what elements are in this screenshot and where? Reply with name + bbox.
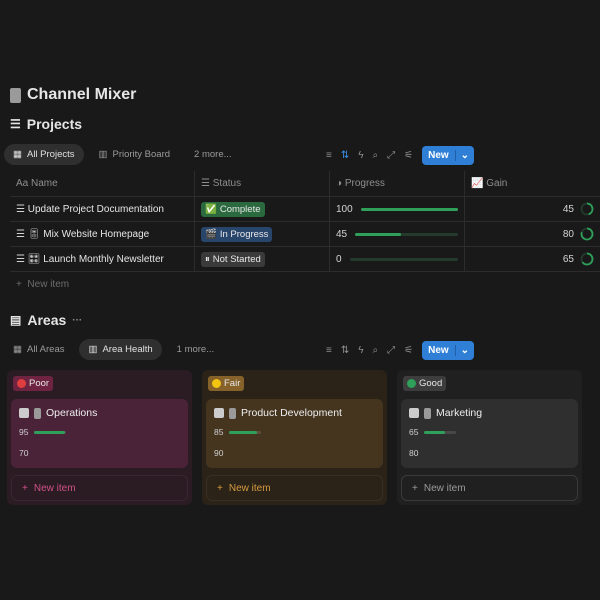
board-card[interactable]: Operations 95 70: [11, 399, 188, 468]
checklist-icon: ☰: [16, 253, 25, 265]
group-tag: Poor: [13, 376, 54, 391]
fader-icon: [34, 407, 41, 419]
status-dot-icon: [407, 379, 416, 388]
table-row[interactable]: ☰ Update Project Documentation ✅ Complete…: [10, 196, 600, 221]
sort-icon[interactable]: ⇅: [341, 345, 349, 356]
board-icon: ▥: [88, 344, 98, 355]
progress-bar: [424, 430, 457, 434]
more-icon[interactable]: ···: [72, 315, 82, 326]
expand-icon[interactable]: ⤢: [387, 150, 395, 161]
settings-icon[interactable]: ⚟: [404, 150, 413, 161]
group-tag: Fair: [208, 376, 245, 391]
group-tag: Good: [403, 376, 447, 391]
new-item-button[interactable]: + New item: [401, 475, 578, 501]
expand-icon[interactable]: ⤢: [387, 345, 395, 356]
tab-area-health[interactable]: ▥ Area Health: [79, 339, 162, 360]
gain-cell[interactable]: 45: [465, 197, 600, 221]
stack-icon: [19, 408, 29, 418]
table-row[interactable]: ☰ 🎛 Launch Monthly Newsletter ⏸ Not Start…: [10, 246, 600, 271]
areas-heading: ▤ Areas ···: [10, 312, 83, 328]
board-column-poor: Poor Operations 95 70 + New item: [7, 370, 192, 505]
status-cell[interactable]: ✅ Complete: [195, 197, 330, 221]
fader-icon: [424, 407, 431, 419]
new-item-button[interactable]: + New item: [206, 475, 383, 501]
gain-ring: [580, 252, 594, 266]
name-cell[interactable]: ☰ 🎛 Launch Monthly Newsletter: [10, 247, 195, 271]
status-cell[interactable]: ⏸ Not Started: [195, 247, 330, 271]
board-icon: ▥: [98, 149, 108, 160]
column-progress[interactable]: ◑ Progress: [330, 171, 465, 196]
status-badge: ✅ Complete: [201, 201, 265, 217]
gain-cell[interactable]: 65: [465, 247, 600, 271]
table-icon: ▦: [13, 149, 22, 160]
progress-bar: [360, 207, 458, 211]
table-row[interactable]: ☰ 🎚 Mix Website Homepage 🎬 In Progress 45…: [10, 221, 600, 246]
chevron-down-icon[interactable]: ⌄: [454, 150, 474, 161]
stack-icon: ▤: [10, 313, 22, 327]
page-title: Channel Mixer: [10, 86, 136, 104]
settings-icon[interactable]: ⚟: [404, 345, 413, 356]
gain-ring: [580, 227, 594, 241]
progress-cell[interactable]: 100: [330, 197, 465, 221]
fader-icon: [229, 407, 236, 419]
tab-more[interactable]: 2 more...: [185, 144, 241, 165]
board-column-good: Good Marketing 65 80 + New item: [397, 370, 582, 505]
status-badge: ⏸ Not Started: [201, 251, 265, 267]
column-gain[interactable]: 📈 Gain: [465, 171, 600, 196]
board-card[interactable]: Product Development 85 90: [206, 399, 383, 468]
progress-bar: [355, 232, 458, 236]
progress-bar: [349, 257, 458, 261]
stack-icon: [214, 408, 224, 418]
filter-icon[interactable]: ≡: [326, 150, 332, 161]
search-icon[interactable]: ⌕: [373, 150, 379, 161]
filter-icon[interactable]: ≡: [326, 345, 332, 356]
name-cell[interactable]: ☰ 🎚 Mix Website Homepage: [10, 222, 195, 246]
fader-icon: [10, 87, 21, 103]
status-cell[interactable]: 🎬 In Progress: [195, 222, 330, 246]
table-header: Aa Name ☰ Status ◑ Progress 📈 Gain: [10, 171, 600, 196]
checklist-icon: ☰: [10, 117, 21, 131]
stack-icon: [409, 408, 419, 418]
board-card[interactable]: Marketing 65 80: [401, 399, 578, 468]
progress-bar: [229, 430, 262, 434]
new-button[interactable]: New ⌄: [422, 341, 475, 360]
name-cell[interactable]: ☰ Update Project Documentation: [10, 197, 195, 221]
tab-all-areas[interactable]: ▦ All Areas: [4, 339, 73, 360]
new-button[interactable]: New ⌄: [422, 146, 475, 165]
column-name[interactable]: Aa Name: [10, 171, 195, 196]
progress-cell[interactable]: 0: [330, 247, 465, 271]
column-status[interactable]: ☰ Status: [195, 171, 330, 196]
lightning-icon[interactable]: ϟ: [358, 345, 363, 356]
table-icon: ▦: [13, 344, 22, 355]
page-icon: 🎚: [27, 228, 41, 240]
gain-cell[interactable]: 80: [465, 222, 600, 246]
status-badge: 🎬 In Progress: [201, 226, 273, 242]
status-dot-icon: [212, 379, 221, 388]
page-icon: 🎛: [27, 253, 41, 265]
progress-bar: [34, 430, 67, 434]
status-dot-icon: [17, 379, 26, 388]
new-item-button[interactable]: + New item: [11, 475, 188, 501]
gain-ring: [580, 202, 594, 216]
checklist-icon: ☰: [16, 203, 25, 215]
chevron-down-icon[interactable]: ⌄: [454, 345, 474, 356]
tab-all-projects[interactable]: ▦ All Projects: [4, 144, 84, 165]
sort-icon[interactable]: ⇅: [341, 150, 349, 161]
search-icon[interactable]: ⌕: [373, 345, 379, 356]
progress-cell[interactable]: 45: [330, 222, 465, 246]
projects-heading: ☰ Projects: [10, 116, 83, 132]
tab-more[interactable]: 1 more...: [168, 339, 224, 360]
checklist-icon: ☰: [16, 228, 25, 240]
new-item-button[interactable]: + New item: [10, 271, 600, 296]
tab-priority-board[interactable]: ▥ Priority Board: [90, 144, 180, 165]
lightning-icon[interactable]: ϟ: [358, 150, 363, 161]
board-column-fair: Fair Product Development 85 90 + New item: [202, 370, 387, 505]
